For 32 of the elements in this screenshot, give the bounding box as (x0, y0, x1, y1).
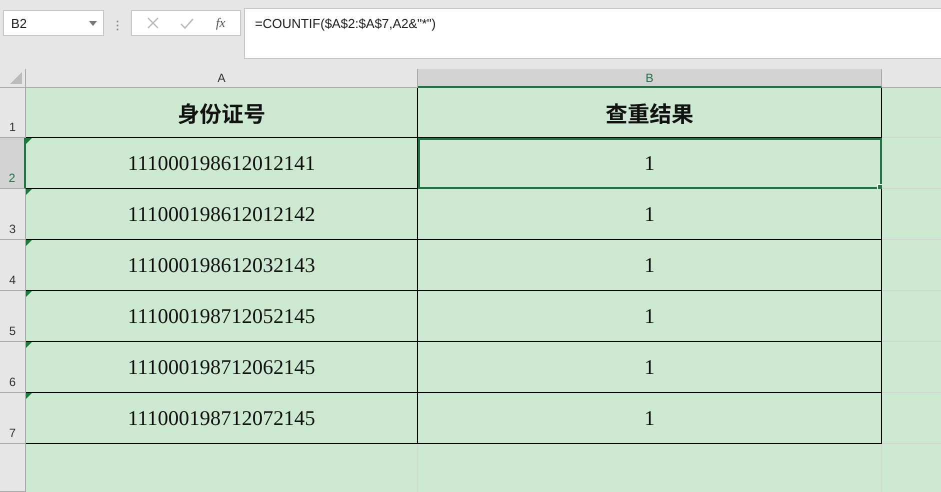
table-cell: 111000198612032143 (26, 240, 418, 291)
row-header[interactable]: 2 (0, 138, 26, 189)
table-cell: 111000198712072145 (26, 393, 418, 444)
row-header[interactable]: 1 (0, 88, 26, 138)
column-title: 查重结果 (418, 88, 882, 138)
column-header[interactable]: B (418, 69, 882, 88)
table-cell: 111000198612012141 (26, 138, 418, 189)
corner-triangle-icon (10, 72, 22, 84)
row-header[interactable] (0, 444, 26, 492)
row-header[interactable]: 5 (0, 291, 26, 342)
table-cell: 1 (418, 291, 882, 342)
table-cell: 111000198712062145 (26, 342, 418, 393)
column-title: 身份证号 (26, 88, 418, 138)
table-cell: 1 (418, 393, 882, 444)
table-cell: 111000198712052145 (26, 291, 418, 342)
table-cell: 111000198612012142 (26, 189, 418, 240)
row-header[interactable]: 6 (0, 342, 26, 393)
row-header[interactable]: 3 (0, 189, 26, 240)
grip-icon (116, 20, 119, 31)
row-header[interactable]: 4 (0, 240, 26, 291)
select-all-corner[interactable] (0, 69, 26, 88)
table-cell: 1 (418, 189, 882, 240)
column-header[interactable]: A (26, 69, 418, 88)
row-header[interactable]: 7 (0, 393, 26, 444)
dropdown-icon (89, 20, 97, 26)
table-cell: 1 (418, 342, 882, 393)
formula-field[interactable]: =COUNTIF($A$2:$A$7,A2&"*") (244, 8, 941, 59)
name-box[interactable]: B2 (3, 10, 104, 36)
function-button[interactable]: fx (216, 15, 226, 31)
column-header[interactable] (882, 69, 941, 88)
table-cell: 1 (418, 138, 882, 189)
table-cell: 1 (418, 240, 882, 291)
